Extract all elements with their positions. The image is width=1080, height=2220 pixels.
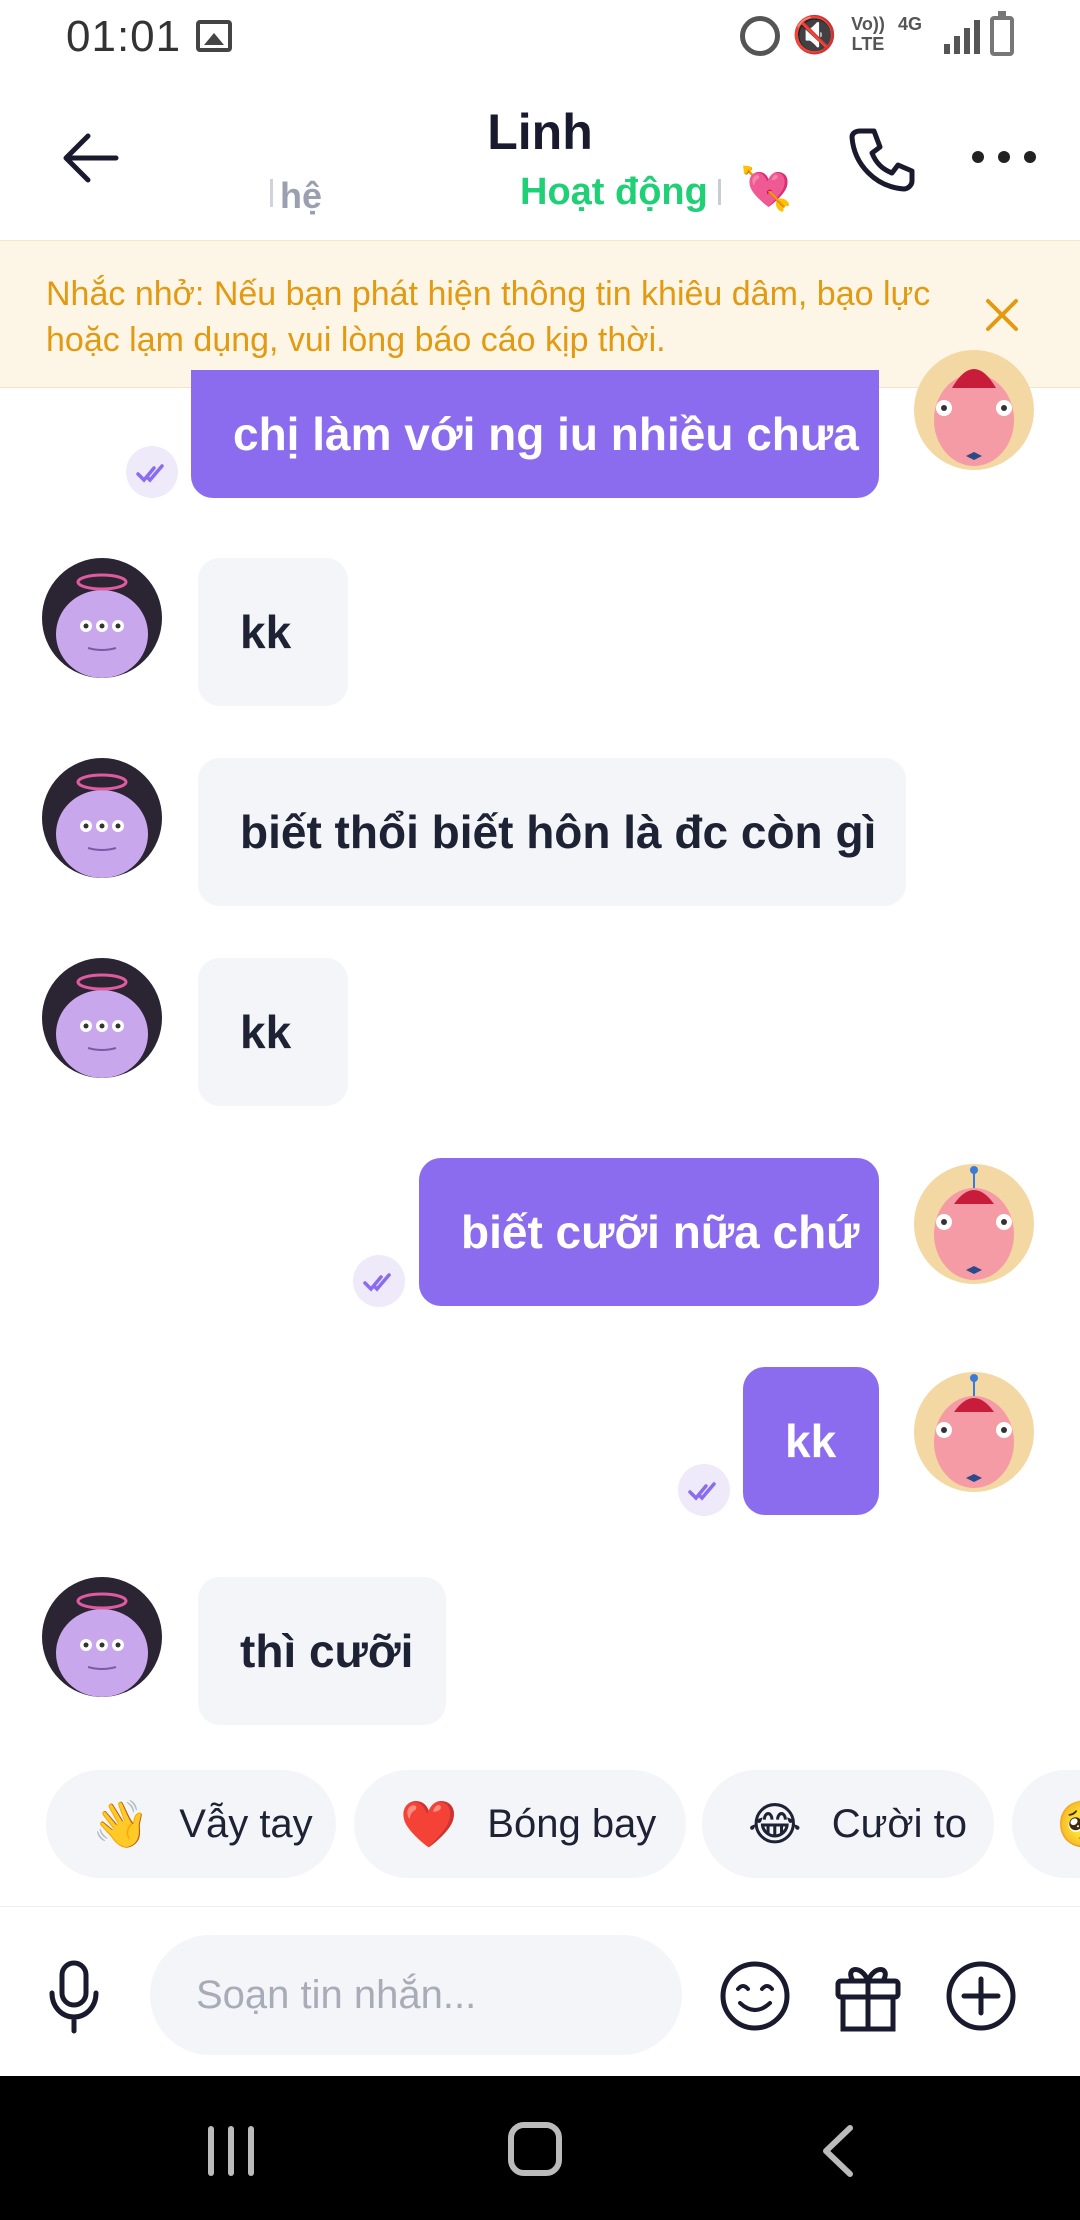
avatar-other[interactable] [42,958,162,1078]
status-time: 01:01 [66,12,182,61]
system-navigation-bar [0,2076,1080,2220]
message-text: biết thổi biết hôn là đc còn gì [240,806,877,858]
avatar-self[interactable] [914,1372,1034,1492]
message-bubble-self[interactable]: kk [743,1367,879,1515]
reaction-chip-wave[interactable]: 👋 Vẫy tay [46,1770,336,1878]
reaction-label: Vẫy tay [179,1801,313,1846]
message-composer [0,1906,1080,2076]
avatar-other[interactable] [42,758,162,878]
network-type: 4G [898,14,923,34]
message-input[interactable] [150,1935,682,2055]
avatar-other[interactable] [42,1577,162,1697]
signal-icon [944,18,980,54]
avatar-self[interactable] [914,1164,1034,1284]
chat-header: Linh hệ Hoạt động 💘 [0,75,1080,240]
emoji-icon[interactable] [718,1959,792,2033]
mute-icon: 🔇 [792,14,837,55]
microphone-icon[interactable] [44,1959,104,2035]
message-bubble-other[interactable]: biết thổi biết hôn là đc còn gì [198,758,906,906]
avatar-other[interactable] [42,558,162,678]
close-icon[interactable] [980,293,1024,337]
message-text: thì cưỡi [240,1625,414,1677]
status-bar: 01:01 🔇 Vo)) LTE 4G [0,0,1080,75]
message-bubble-self[interactable]: biết cưỡi nữa chứ [419,1158,879,1306]
subtitle-relationship: hệ [280,175,323,216]
recent-apps-icon[interactable] [206,2126,256,2176]
heart-icon: ❤️ [400,1797,458,1850]
read-check-icon [353,1255,405,1307]
message-bubble-other[interactable]: kk [198,558,348,706]
reaction-chip-balloon[interactable]: ❤️ Bóng bay [354,1770,686,1878]
message-text: chị làm với ng iu nhiều chưa [233,408,859,460]
read-check-icon [678,1464,730,1516]
message-text: kk [240,606,292,658]
volte-indicator: Vo)) LTE [851,14,885,54]
nav-back-icon[interactable] [818,2124,858,2178]
more-icon[interactable] [972,149,1036,169]
heart-icon: 💘 [740,165,793,212]
reminder-text: Nhắc nhở: Nếu bạn phát hiện thông tin kh… [46,275,931,359]
laugh-icon: 😂 [748,1798,802,1850]
phone-icon[interactable] [846,123,918,195]
gallery-notification-icon [196,20,232,52]
message-bubble-other[interactable]: kk [198,958,348,1106]
subtitle-divider [270,179,273,207]
reaction-chip-pleading[interactable]: 🥺 [1012,1770,1080,1878]
avatar-self[interactable] [914,350,1034,470]
presence-divider [718,179,721,205]
safety-reminder-banner: Nhắc nhở: Nếu bạn phát hiện thông tin kh… [0,240,1080,388]
message-bubble-other[interactable]: thì cưỡi [198,1577,446,1725]
message-text: kk [785,1415,837,1467]
reaction-label: Cười to [831,1801,968,1846]
contact-name[interactable]: Linh [0,103,1080,161]
read-check-icon [126,446,178,498]
home-icon[interactable] [508,2122,562,2176]
presence-status: Hoạt động [520,171,708,213]
message-text: biết cưỡi nữa chứ [461,1206,860,1258]
gift-icon[interactable] [832,1959,904,2033]
alarm-icon [740,16,780,56]
battery-icon [990,11,1014,56]
message-text: kk [240,1006,292,1058]
reaction-chip-laugh[interactable]: 😂 Cười to [702,1770,994,1878]
reaction-label: Bóng bay [487,1801,657,1846]
wave-icon: 👋 [92,1797,150,1850]
message-bubble-self[interactable]: chị làm với ng iu nhiều chưa [191,370,879,498]
pleading-face-icon: 🥺 [1056,1797,1080,1852]
plus-icon[interactable] [944,1959,1018,2033]
